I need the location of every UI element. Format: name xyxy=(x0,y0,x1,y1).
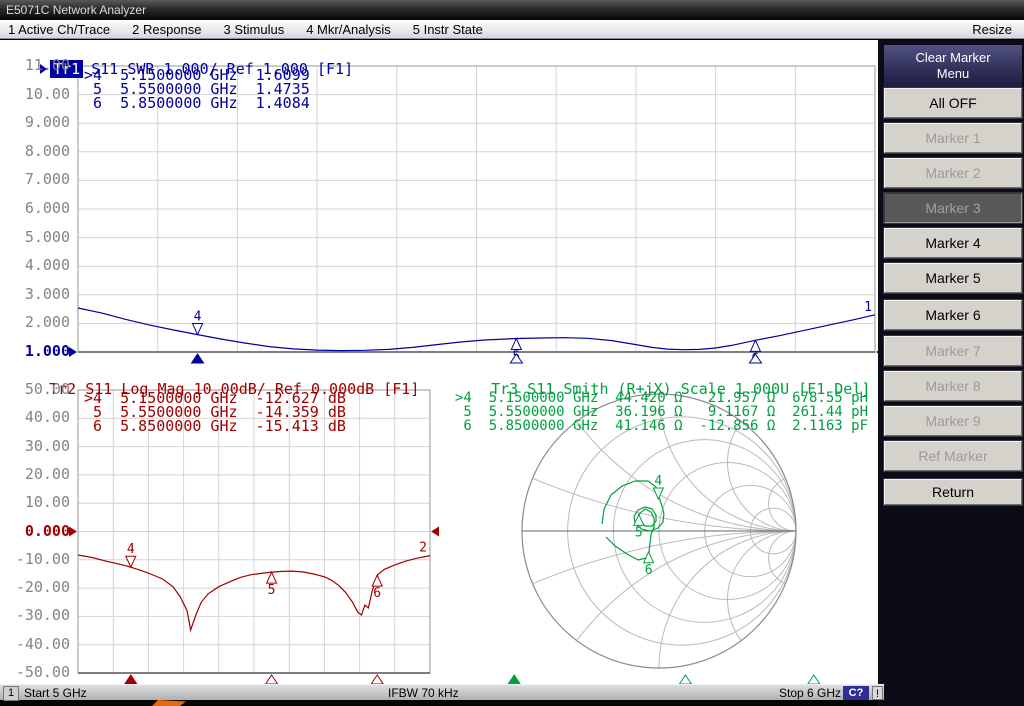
tr1-y-tick-label: 2.000 xyxy=(8,315,70,330)
softkey-marker-3[interactable]: Marker 3 xyxy=(884,193,1022,223)
tr1-y-tick-label: 9.000 xyxy=(8,115,70,130)
softkey-menu-title: Clear Marker Menu xyxy=(884,45,1022,87)
tr2-y-tick-label: 10.00 xyxy=(8,495,70,510)
title-bar[interactable]: E5071C Network Analyzer xyxy=(0,0,1024,20)
start-frequency[interactable]: Start 5 GHz xyxy=(24,685,87,701)
tr1-y-tick-label: 11.00 xyxy=(8,58,70,73)
tr1-y-tick-label: 8.000 xyxy=(8,144,70,159)
tr2-y-tick-label: 30.00 xyxy=(8,439,70,454)
menu-item-stimulus[interactable]: 3 Stimulus xyxy=(224,22,285,37)
softkey-marker-4[interactable]: Marker 4 xyxy=(884,228,1022,258)
resize-control[interactable]: Resize xyxy=(972,22,1012,37)
softkey-ref-marker[interactable]: Ref Marker xyxy=(884,441,1022,471)
tr1-marker-readout-row: 6 5.8500000 GHz 1.4084 xyxy=(84,96,310,110)
tr2-y-tick-label: -50.00 xyxy=(8,665,70,680)
tr3-marker-readout-row: 5 5.5500000 GHz 36.196 Ω 9.1167 Ω 261.44… xyxy=(455,405,868,419)
tr1-y-tick-label: 7.000 xyxy=(8,172,70,187)
tr2-marker-readout-row: 6 5.8500000 GHz -15.413 dB xyxy=(84,419,346,433)
ifbw-readout[interactable]: IFBW 70 kHz xyxy=(388,685,459,701)
tr2-y-tick-label: -10.00 xyxy=(8,552,70,567)
tr1-y-tick-label: 3.000 xyxy=(8,287,70,302)
tr2-y-tick-label: -30.00 xyxy=(8,608,70,623)
window-title: E5071C Network Analyzer xyxy=(6,3,146,17)
softkey-marker-5[interactable]: Marker 5 xyxy=(884,263,1022,293)
tr3-marker-readout-row: >4 5.1500000 GHz 44.420 Ω 21.957 Ω 678.5… xyxy=(455,391,868,405)
status-bar: 1 Start 5 GHz IFBW 70 kHz Stop 6 GHz C? … xyxy=(0,684,884,700)
warning-badge: ! xyxy=(872,686,883,700)
tr3-marker-readout-row: 6 5.8500000 GHz 41.146 Ω -12.856 Ω 2.116… xyxy=(455,419,868,433)
correction-status-badge: C? xyxy=(843,686,869,700)
channel-number-badge: 1 xyxy=(3,686,19,701)
softkey-marker-2[interactable]: Marker 2 xyxy=(884,158,1022,188)
menu-item-instr-state[interactable]: 5 Instr State xyxy=(413,22,483,37)
softkey-all-off[interactable]: All OFF xyxy=(884,88,1022,118)
softkey-return[interactable]: Return xyxy=(884,479,1022,505)
softkey-menu: Clear Marker Menu All OFF Marker 1 Marker … xyxy=(878,40,1024,706)
tr2-y-tick-label: 0.000 xyxy=(8,524,70,539)
tr1-y-tick-label: 10.00 xyxy=(8,87,70,102)
tr1-y-tick-label: 4.000 xyxy=(8,258,70,273)
menu-item-response[interactable]: 2 Response xyxy=(132,22,201,37)
tr3-marker-table: >4 5.1500000 GHz 44.420 Ω 21.957 Ω 678.5… xyxy=(455,391,868,433)
tr2-marker-table: >4 5.1500000 GHz -12.627 dB 5 5.5500000 … xyxy=(84,391,346,433)
tr1-y-tick-label: 5.000 xyxy=(8,230,70,245)
softkey-marker-9[interactable]: Marker 9 xyxy=(884,406,1022,436)
tr2-y-tick-label: -40.00 xyxy=(8,637,70,652)
tr2-y-tick-label: 20.00 xyxy=(8,467,70,482)
network-analyzer-window: E5071C Network Analyzer 1 Active Ch/Trac… xyxy=(0,0,1024,706)
menu-bar: 1 Active Ch/Trace 2 Response 3 Stimulus … xyxy=(0,20,1024,39)
stop-frequency[interactable]: Stop 6 GHz xyxy=(779,685,841,701)
menu-item-mkr-analysis[interactable]: 4 Mkr/Analysis xyxy=(306,22,391,37)
tr1-y-tick-label: 6.000 xyxy=(8,201,70,216)
softkey-marker-8[interactable]: Marker 8 xyxy=(884,371,1022,401)
tr2-y-tick-label: 40.00 xyxy=(8,410,70,425)
channel-window xyxy=(0,40,878,684)
softkey-marker-1[interactable]: Marker 1 xyxy=(884,123,1022,153)
tr2-y-tick-label: -20.00 xyxy=(8,580,70,595)
tr1-y-tick-label: 1.000 xyxy=(8,344,70,359)
tr1-marker-table: >4 5.1500000 GHz 1.6099 5 5.5500000 GHz … xyxy=(84,68,310,110)
menu-item-active-ch-trace[interactable]: 1 Active Ch/Trace xyxy=(8,22,110,37)
softkey-marker-7[interactable]: Marker 7 xyxy=(884,336,1022,366)
tr2-y-tick-label: 50.00 xyxy=(8,382,70,397)
softkey-marker-6[interactable]: Marker 6 xyxy=(884,300,1022,330)
